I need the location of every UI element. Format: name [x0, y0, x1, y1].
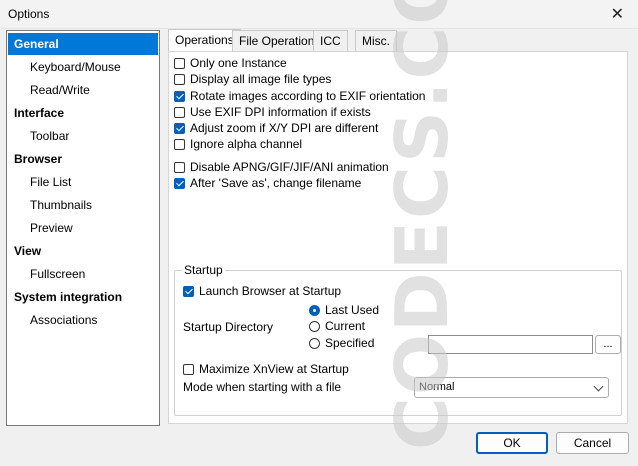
chevron-down-icon — [593, 381, 604, 392]
checkbox[interactable] — [174, 106, 185, 118]
radio-label: Specified — [325, 336, 375, 350]
option-label: Rotate images according to EXIF orientat… — [190, 89, 426, 103]
option-only-one-instance[interactable]: Only one Instance — [174, 55, 287, 71]
sidebar-item-keyboard-mouse[interactable]: Keyboard/Mouse — [8, 56, 158, 78]
sidebar-item-general[interactable]: General — [8, 33, 158, 55]
title-bar: Options ✕ — [0, 0, 638, 29]
option-label: Only one Instance — [190, 56, 287, 70]
window-title: Options — [8, 7, 50, 21]
option-label: Launch Browser at Startup — [199, 284, 342, 298]
startup-directory-input[interactable] — [428, 335, 593, 354]
tab-misc[interactable]: Misc. — [355, 30, 397, 51]
options-tree: General Keyboard/Mouse Read/Write Interf… — [6, 30, 160, 426]
checkbox[interactable] — [174, 57, 185, 69]
ok-button[interactable]: OK — [476, 432, 548, 454]
radio-current[interactable]: Current — [309, 318, 365, 334]
sidebar-item-interface[interactable]: Interface — [8, 102, 158, 124]
mode-select-value: Normal — [419, 381, 455, 393]
option-label: Adjust zoom if X/Y DPI are different — [190, 121, 379, 135]
option-label: Use EXIF DPI information if exists — [190, 105, 371, 119]
sidebar-item-fullscreen[interactable]: Fullscreen — [8, 263, 158, 285]
radio-specified[interactable]: Specified — [309, 335, 374, 351]
mode-label: Mode when starting with a file — [183, 380, 342, 394]
option-label: Maximize XnView at Startup — [199, 362, 349, 376]
sidebar-item-file-list[interactable]: File List — [8, 171, 158, 193]
radio-label: Current — [325, 319, 366, 333]
sidebar-item-view[interactable]: View — [8, 240, 158, 262]
close-icon[interactable]: ✕ — [611, 4, 624, 24]
option-use-exif-dpi[interactable]: Use EXIF DPI information if exists — [174, 104, 371, 120]
radio-last-used[interactable]: Last Used — [309, 302, 379, 318]
sidebar-item-toolbar[interactable]: Toolbar — [8, 125, 158, 147]
option-label: Display all image file types — [190, 72, 332, 86]
checkbox-checked[interactable] — [174, 177, 185, 189]
option-label: Disable APNG/GIF/JIF/ANI animation — [190, 160, 389, 174]
option-rotate-exif[interactable]: Rotate images according to EXIF orientat… — [174, 88, 425, 104]
option-launch-browser[interactable]: Launch Browser at Startup — [183, 283, 341, 299]
option-adjust-zoom[interactable]: Adjust zoom if X/Y DPI are different — [174, 120, 378, 136]
radio-label: Last Used — [325, 303, 380, 317]
sidebar-item-preview[interactable]: Preview — [8, 217, 158, 239]
option-label: After 'Save as', change filename — [190, 176, 362, 190]
option-maximize[interactable]: Maximize XnView at Startup — [183, 361, 349, 377]
sidebar-item-read-write[interactable]: Read/Write — [8, 79, 158, 101]
startup-directory-label: Startup Directory — [183, 320, 274, 334]
radio-button[interactable] — [309, 320, 320, 332]
checkbox-checked[interactable] — [174, 122, 185, 134]
sidebar-item-thumbnails[interactable]: Thumbnails — [8, 194, 158, 216]
checkbox-checked[interactable] — [174, 90, 185, 102]
radio-button[interactable] — [309, 337, 320, 349]
sidebar-item-browser[interactable]: Browser — [8, 148, 158, 170]
checkbox[interactable] — [174, 161, 185, 173]
tab-icc[interactable]: ICC — [313, 30, 348, 51]
option-display-all-types[interactable]: Display all image file types — [174, 71, 331, 87]
startup-group-label: Startup — [182, 263, 225, 277]
option-label: Ignore alpha channel — [190, 137, 303, 151]
checkbox[interactable] — [174, 138, 185, 150]
mode-select[interactable]: Normal — [414, 377, 609, 398]
tab-operations[interactable]: Operations — [168, 29, 241, 52]
option-change-filename[interactable]: After 'Save as', change filename — [174, 175, 361, 191]
sidebar-item-associations[interactable]: Associations — [8, 309, 158, 331]
checkbox[interactable] — [174, 73, 185, 85]
option-ignore-alpha[interactable]: Ignore alpha channel — [174, 136, 302, 152]
checkbox-checked[interactable] — [183, 285, 194, 297]
radio-button-checked[interactable] — [309, 304, 320, 316]
cancel-button[interactable]: Cancel — [556, 432, 629, 454]
sidebar-item-system-integration[interactable]: System integration — [8, 286, 158, 308]
option-disable-animation[interactable]: Disable APNG/GIF/JIF/ANI animation — [174, 159, 389, 175]
checkbox[interactable] — [183, 363, 194, 375]
browse-button[interactable]: ... — [595, 335, 621, 354]
